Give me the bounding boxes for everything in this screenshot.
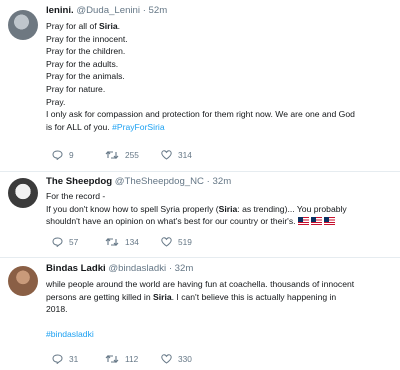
retweet-count: 255 (125, 150, 139, 160)
reply-count: 31 (69, 354, 79, 364)
reply-count: 9 (69, 150, 74, 160)
tweet-line: while people around the world are having… (46, 279, 355, 289)
tweet-line: is for ALL of you. #PrayForSiria (46, 121, 165, 132)
like-count: 330 (178, 354, 192, 364)
tweet-line: If you don't know how to spell Syria pro… (46, 203, 347, 214)
avatar[interactable] (8, 266, 38, 296)
author-handle[interactable]: @TheSheepdog_NC (115, 176, 204, 187)
tweet-line: I only ask for compassion and protection… (46, 109, 355, 120)
retweet-icon (105, 237, 119, 247)
reply-icon (52, 354, 63, 364)
author-handle[interactable]: @Duda_Lenini (76, 5, 140, 16)
retweet-button[interactable]: 134 (105, 237, 139, 247)
tweet-line: For the record - (46, 191, 106, 201)
tweet-line: #bindasladki (46, 328, 392, 341)
tweet-header: Bindas Ladki @bindasladki · 32m (46, 263, 392, 275)
like-button[interactable]: 330 (161, 354, 192, 364)
author-handle[interactable]: @bindasladki (108, 263, 166, 274)
us-flag-emoji (297, 217, 309, 226)
avatar[interactable] (8, 178, 38, 208)
like-icon (161, 354, 172, 364)
tweet-header: lenini. @Duda_Lenini · 52m (46, 5, 392, 17)
trending-term[interactable]: Siria (153, 292, 172, 302)
tweet-time[interactable]: · 52m (143, 5, 168, 16)
like-count: 519 (178, 237, 192, 247)
trending-term[interactable]: Siria (219, 204, 238, 214)
like-count: 314 (178, 150, 192, 160)
retweet-button[interactable]: 255 (105, 150, 139, 160)
tweet-line: persons are getting killed in Siria. I c… (46, 291, 337, 302)
tweet-line: Pray for the children. (46, 46, 126, 57)
us-flag-emoji (310, 217, 322, 226)
avatar[interactable] (8, 10, 38, 40)
tweet-header: The Sheepdog @TheSheepdog_NC · 32m (46, 176, 392, 188)
tweet-line: Pray for nature. (46, 83, 106, 94)
reply-button[interactable]: 9 (52, 150, 74, 160)
retweet-icon (105, 354, 119, 364)
reply-button[interactable]: 31 (52, 354, 78, 364)
retweet-icon (105, 150, 119, 160)
tweet-line: Pray. (46, 96, 66, 107)
tweet-time[interactable]: · 32m (169, 263, 194, 274)
tweet-line: Pray for the animals. (46, 71, 125, 82)
us-flag-emoji (323, 217, 335, 226)
tweet-line: 2018. (46, 304, 68, 315)
like-icon (161, 237, 172, 247)
tweet-line: Pray for the adults. (46, 58, 119, 69)
retweet-count: 112 (125, 354, 139, 364)
retweet-button[interactable]: 112 (105, 354, 138, 364)
retweet-count: 134 (125, 237, 139, 247)
tweet-text: Pray for all of Siria. Pray for the inno… (46, 20, 392, 133)
hashtag-link[interactable]: #PrayForSiria (112, 122, 165, 132)
reply-count: 57 (69, 237, 79, 247)
hashtag-link[interactable]: #bindasladki (46, 329, 94, 339)
author-name[interactable]: Bindas Ladki (46, 263, 106, 274)
tweet-time[interactable]: · 32m (207, 176, 232, 187)
trending-term[interactable]: Siria (99, 21, 118, 31)
reply-icon (52, 150, 63, 160)
author-name[interactable]: lenini. (46, 5, 74, 16)
tweet-line: shouldn't have an opinion on what's best… (46, 215, 392, 228)
tweet[interactable]: Bindas Ladki @bindasladki · 32m while pe… (0, 258, 400, 370)
tweet-text: while people around the world are having… (46, 278, 392, 341)
tweet[interactable]: lenini. @Duda_Lenini · 52m Pray for all … (0, 0, 400, 172)
tweet-line: Pray for all of Siria. (46, 21, 121, 31)
reply-button[interactable]: 57 (52, 237, 78, 247)
reply-icon (52, 237, 63, 247)
author-name[interactable]: The Sheepdog (46, 176, 112, 187)
like-icon (161, 150, 172, 160)
like-button[interactable]: 314 (161, 150, 192, 160)
tweet[interactable]: The Sheepdog @TheSheepdog_NC · 32m For t… (0, 172, 400, 258)
tweet-text: For the record - If you don't know how t… (46, 190, 392, 228)
tweet-line: Pray for the innocent. (46, 33, 128, 44)
tweet-feed: lenini. @Duda_Lenini · 52m Pray for all … (0, 0, 400, 370)
like-button[interactable]: 519 (161, 237, 192, 247)
